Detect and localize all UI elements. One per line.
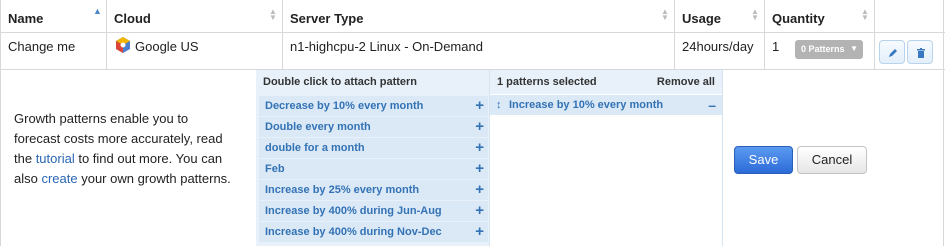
servers-table: Name ▲ Cloud ▲ ▼ Server Type ▲ ▼ Usage ▲ ▼ … xyxy=(0,0,945,246)
cell-actions xyxy=(875,33,943,69)
add-pattern-icon[interactable]: + xyxy=(475,201,484,221)
column-header-usage[interactable]: Usage ▲ ▼ xyxy=(675,0,765,32)
pencil-icon xyxy=(889,49,897,57)
tutorial-link[interactable]: tutorial xyxy=(36,151,75,166)
growth-patterns-description: Growth patterns enable you to forecast c… xyxy=(14,111,231,186)
sort-ascending-icon: ▲ xyxy=(93,6,102,16)
pattern-label: Feb xyxy=(265,163,285,175)
available-patterns-panel: Double click to attach pattern Decrease … xyxy=(256,70,490,246)
selected-pattern-label: Increase by 10% every month xyxy=(509,99,664,111)
cell-server-type[interactable]: n1-highcpu-2 Linux - On-Demand xyxy=(283,33,675,69)
column-header-cloud[interactable]: Cloud ▲ ▼ xyxy=(107,0,283,32)
column-header-name[interactable]: Name ▲ xyxy=(1,0,107,32)
selected-count-label: 1 patterns selected xyxy=(497,76,597,88)
pattern-label: double for a month xyxy=(265,142,365,154)
create-link[interactable]: create xyxy=(41,171,77,186)
available-patterns-list: Decrease by 10% every month + Double every… xyxy=(259,96,488,243)
pattern-label: Decrease by 10% every month xyxy=(265,100,424,112)
selected-patterns-panel: 1 patterns selected Remove all ↕ Increas… xyxy=(490,70,723,246)
cell-name[interactable]: Change me xyxy=(1,33,107,69)
sort-icon: ▲ ▼ xyxy=(269,7,277,22)
sort-icon: ▲ ▼ xyxy=(751,7,759,22)
remove-pattern-icon[interactable]: – xyxy=(708,95,716,115)
pattern-list-item[interactable]: Increase by 400% during Nov-Dec + xyxy=(259,222,488,242)
add-pattern-icon[interactable]: + xyxy=(475,159,484,179)
trash-icon xyxy=(917,48,925,58)
pattern-list-item[interactable]: Decrease by 10% every month + xyxy=(259,96,488,116)
cell-usage[interactable]: 24hours/day xyxy=(675,33,765,69)
edit-button[interactable] xyxy=(879,40,905,64)
selected-patterns-header: 1 patterns selected Remove all xyxy=(490,70,722,94)
patterns-select[interactable]: 0 Patterns ▼ xyxy=(795,40,863,59)
column-header-quantity[interactable]: Quantity ▲ ▼ xyxy=(765,0,875,32)
chevron-down-icon: ▼ xyxy=(850,44,858,53)
add-pattern-icon[interactable]: + xyxy=(475,138,484,158)
add-pattern-icon[interactable]: + xyxy=(475,180,484,200)
pattern-list-item[interactable]: Double every month + xyxy=(259,117,488,137)
pattern-label: Increase by 400% during Jun-Aug xyxy=(265,205,442,217)
pattern-label: Double every month xyxy=(265,121,371,133)
selected-pattern-item[interactable]: ↕ Increase by 10% every month – xyxy=(490,95,722,115)
column-header-server-type[interactable]: Server Type ▲ ▼ xyxy=(283,0,675,32)
save-button[interactable]: Save xyxy=(734,146,793,174)
add-pattern-icon[interactable]: + xyxy=(475,117,484,137)
cell-quantity: 1 0 Patterns ▼ xyxy=(765,33,875,69)
delete-button[interactable] xyxy=(907,40,933,64)
pattern-list-item[interactable]: Feb + xyxy=(259,159,488,179)
available-patterns-heading: Double click to attach pattern xyxy=(263,76,418,88)
pattern-list-item[interactable]: Increase by 400% during Jun-Aug + xyxy=(259,201,488,221)
pattern-label: Increase by 25% every month xyxy=(265,184,420,196)
pattern-list-item[interactable]: double for a month + xyxy=(259,138,488,158)
remove-all-link[interactable]: Remove all xyxy=(657,76,715,88)
table-row: Change me Google US n1-highcpu-2 Linux -… xyxy=(1,33,945,70)
add-pattern-icon[interactable]: + xyxy=(475,222,484,242)
sort-icon: ▲ ▼ xyxy=(861,7,869,22)
table-header: Name ▲ Cloud ▲ ▼ Server Type ▲ ▼ Usage ▲ ▼ … xyxy=(1,0,945,33)
pattern-list-item[interactable]: Increase by 25% every month + xyxy=(259,180,488,200)
cell-cloud[interactable]: Google US xyxy=(107,33,283,69)
add-pattern-icon[interactable]: + xyxy=(475,96,484,116)
pattern-label: Increase by 400% during Nov-Dec xyxy=(265,226,442,238)
google-cloud-logo-icon xyxy=(116,37,130,53)
cancel-button[interactable]: Cancel xyxy=(797,146,867,174)
sort-icon: ▲ ▼ xyxy=(661,7,669,22)
drag-handle-icon[interactable]: ↕ xyxy=(496,95,502,115)
